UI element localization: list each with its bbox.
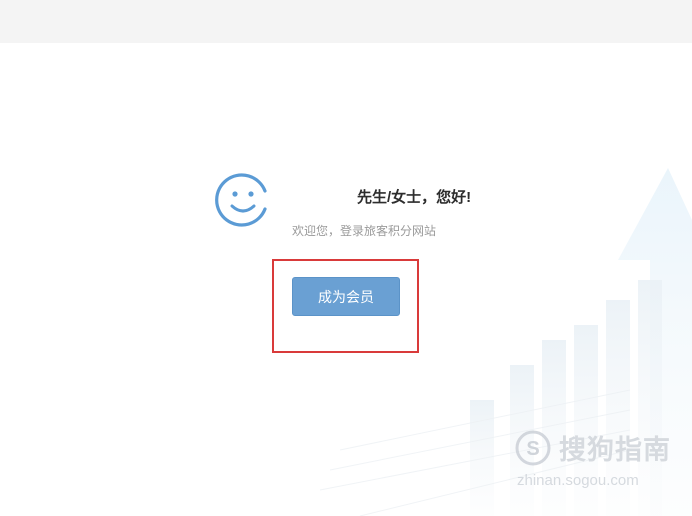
top-bar (0, 0, 692, 43)
watermark-url: zhinan.sogou.com (517, 472, 639, 489)
watermark-brand: 搜狗指南 (559, 435, 671, 465)
smiley-face-icon (215, 173, 267, 227)
welcome-text: 欢迎您，登录旅客积分网站 (292, 224, 437, 238)
become-member-button[interactable]: 成为会员 (292, 277, 400, 316)
sogou-logo-letter: S (526, 438, 539, 460)
sogou-logo-icon: S (515, 430, 551, 466)
watermark: S 搜狗指南 zhinan.sogou.com (515, 428, 685, 498)
greeting-text: 先生/女士，您好! (357, 189, 472, 206)
